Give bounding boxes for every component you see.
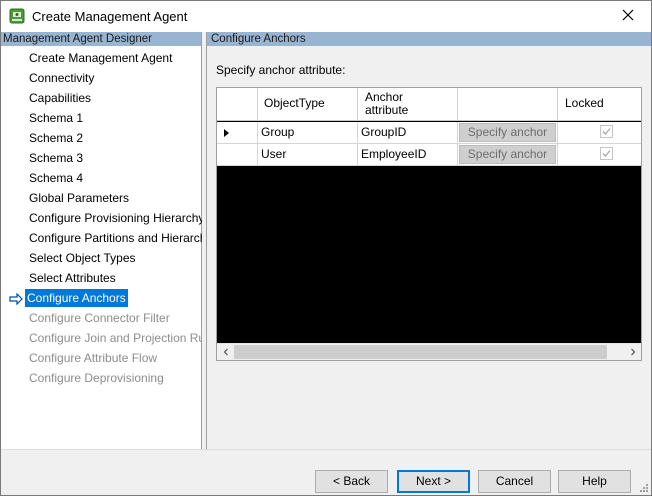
cancel-button[interactable]: Cancel (478, 470, 551, 493)
nav-item: Configure Connector Filter (1, 309, 201, 327)
help-button[interactable]: Help (558, 470, 631, 493)
nav-item-label: Create Management Agent (29, 51, 173, 65)
nav-item-label: Capabilities (29, 91, 92, 105)
nav-item-label: Schema 3 (29, 151, 84, 165)
nav-item: Configure Attribute Flow (1, 349, 201, 367)
nav-item-label: Select Attributes (29, 271, 116, 285)
nav-item[interactable]: Configure Partitions and Hierarchies (1, 229, 222, 247)
chevron-left-icon (222, 345, 230, 359)
table-row[interactable]: User EmployeeID Specify anchor (217, 144, 641, 166)
locked-checkbox (600, 125, 613, 138)
create-management-agent-window: Create Management Agent Management Agent… (0, 0, 652, 496)
nav-item-label: Configure Attribute Flow (29, 351, 158, 365)
nav-item-label: Configure Connector Filter (29, 311, 170, 325)
grid-horizontal-scrollbar[interactable] (217, 343, 641, 360)
objecttype-header-label: ObjectType (264, 96, 325, 110)
checkmark-icon (602, 150, 611, 157)
nav-item-label: Configure Join and Projection Rules (29, 331, 221, 345)
content-panel-header: Configure Anchors (207, 32, 651, 46)
current-row-icon (224, 129, 229, 137)
row-header-cell[interactable] (217, 122, 258, 143)
close-icon (622, 9, 634, 24)
specify-anchor-cell: Specify anchor (458, 144, 558, 165)
column-header-objecttype[interactable]: ObjectType (258, 88, 358, 120)
nav-item[interactable]: Schema 4 (1, 169, 201, 187)
row-header-cell[interactable] (217, 144, 258, 165)
grid-header-row: ObjectType Anchor attribute Locked (217, 88, 641, 121)
resize-grip-icon[interactable] (637, 481, 649, 493)
scroll-thumb[interactable] (234, 345, 607, 359)
nav-item[interactable]: Select Attributes (1, 269, 201, 287)
nav-item-label: Configure Provisioning Hierarchy (29, 211, 205, 225)
nav-item-label: Connectivity (29, 71, 95, 85)
objecttype-cell[interactable]: Group (258, 122, 358, 143)
nav-item[interactable]: Connectivity (1, 69, 201, 87)
anchor-attribute-cell[interactable]: EmployeeID (358, 144, 458, 165)
anchor-attribute-cell[interactable]: GroupID (358, 122, 458, 143)
column-header-anchor[interactable]: Anchor attribute (358, 88, 458, 120)
column-header-locked[interactable]: Locked (558, 88, 641, 120)
nav-item-label: Schema 2 (29, 131, 84, 145)
nav-item-label: Configure Anchors (25, 289, 128, 307)
nav-item-label: Schema 1 (29, 111, 84, 125)
nav-item: Configure Deprovisioning (1, 369, 201, 387)
arrow-right-icon (9, 292, 23, 306)
locked-cell (558, 144, 641, 165)
nav-item[interactable]: Configure Provisioning Hierarchy (1, 209, 204, 227)
nav-item-label: Global Parameters (29, 191, 130, 205)
nav-item[interactable]: Global Parameters (1, 189, 201, 207)
management-agent-app-icon (9, 8, 25, 24)
nav-item[interactable]: Select Object Types (1, 249, 201, 267)
nav-panel-header: Management Agent Designer (1, 32, 201, 46)
nav-item-label: Schema 4 (29, 171, 84, 185)
nav-item-label: Select Object Types (29, 251, 136, 265)
chevron-right-icon (629, 345, 637, 359)
locked-checkbox (600, 147, 613, 160)
row-header-column (217, 88, 258, 120)
scroll-left-button[interactable] (217, 344, 234, 360)
title-bar: Create Management Agent (1, 1, 651, 32)
specify-anchor-cell: Specify anchor (458, 122, 558, 143)
objecttype-cell[interactable]: User (258, 144, 358, 165)
nav-item[interactable]: Configure Anchors (1, 289, 201, 307)
nav-item[interactable]: Capabilities (1, 89, 201, 107)
specify-anchor-button[interactable]: Specify anchor (459, 123, 556, 142)
nav-item-label: Configure Partitions and Hierarchies (29, 231, 222, 245)
table-row[interactable]: Group GroupID Specify anchor (217, 122, 641, 144)
locked-header-label: Locked (565, 96, 604, 110)
checkmark-icon (602, 128, 611, 135)
close-button[interactable] (605, 1, 651, 32)
back-button[interactable]: < Back (315, 470, 388, 493)
locked-cell (558, 122, 641, 143)
window-title: Create Management Agent (32, 9, 188, 24)
anchor-grid: ObjectType Anchor attribute Locked Group… (216, 87, 642, 361)
specify-anchor-button[interactable]: Specify anchor (459, 145, 556, 164)
nav-item[interactable]: Schema 2 (1, 129, 201, 147)
nav-item[interactable]: Schema 1 (1, 109, 201, 127)
anchor-prompt-label: Specify anchor attribute: (216, 63, 346, 77)
designer-nav-panel: Management Agent Designer Create Managem… (1, 32, 222, 449)
wizard-button-bar: < Back Next > Cancel Help (1, 449, 651, 495)
nav-item[interactable]: Create Management Agent (1, 49, 201, 67)
anchor-header-line2: attribute (365, 103, 409, 117)
nav-item[interactable]: Schema 3 (1, 149, 201, 167)
column-header-button[interactable] (458, 88, 558, 120)
configure-anchors-panel: Configure Anchors Specify anchor attribu… (206, 32, 651, 449)
scroll-right-button[interactable] (624, 344, 641, 360)
nav-item-label: Configure Deprovisioning (29, 371, 164, 385)
next-button[interactable]: Next > (397, 470, 470, 493)
nav-item: Configure Join and Projection Rules (1, 329, 220, 347)
